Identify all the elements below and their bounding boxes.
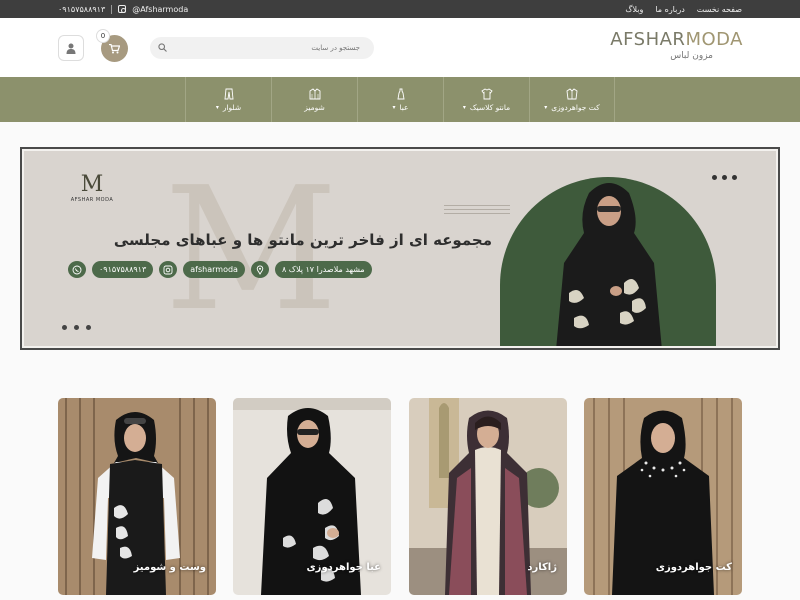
banner-model-image [556,183,662,346]
jacket-icon [566,87,578,99]
banner-phone: ۰۹۱۵۷۵۸۸۹۱۳ [92,261,154,278]
divider [111,4,113,14]
nav-label: کت جواهردوزی [551,102,600,112]
logo-wordmark: AFSHARMODA [603,30,743,50]
link-blog[interactable]: وبلاگ [625,5,643,14]
nav-item-blouse[interactable]: شومیز [271,77,357,122]
chevron-down-icon: ▾ [544,103,548,111]
logo-word-2: MODA [685,29,743,50]
coat-icon [309,87,320,99]
chevron-down-icon: ▾ [215,103,219,111]
nav-item-jeweled-jacket[interactable]: کت جواهردوزی ▾ [529,77,615,122]
nav-item-aba[interactable]: عبا ▾ [357,77,443,122]
whatsapp-icon [68,261,86,278]
nav-menu: کت جواهردوزی ▾ مانتو کلاسیک ▾ عبا ▾ شومیز ش… [185,77,615,122]
user-icon [66,43,76,54]
banner-watermark-letter: M [164,151,339,348]
instagram-icon [159,261,178,278]
category-card-jeweled-jacket[interactable]: کت جواهردوزی [584,398,742,595]
dress-icon [396,88,405,99]
decorative-lines [444,205,510,217]
brand-name: AFSHAR MODA [70,197,114,203]
banner-brand: M AFSHAR MODA [60,172,124,204]
card-label: ژاکارد [527,562,557,573]
card-label: عبا جواهردوزی [306,562,381,573]
nav-label: مانتو کلاسیک [469,102,511,112]
nav-label: شلوار [222,102,242,112]
category-card-jeweled-aba[interactable]: عبا جواهردوزی [233,398,391,595]
link-about[interactable]: درباره ما [655,5,684,14]
search-bar [150,37,374,59]
nav-label: عبا [399,102,409,112]
brand-monogram: M [80,172,104,197]
pants-icon [224,88,233,99]
nav-label: شومیز [304,102,325,112]
location-pin-icon [250,261,269,278]
chevron-down-icon: ▾ [392,103,396,111]
card-label: کت جواهردوزی [655,562,732,573]
top-links: صفحه نخست درباره ما وبلاگ [625,0,742,18]
contact-info: ۰۹۱۵۷۵۸۸۹۱۳ @Afsharmoda [58,0,188,18]
phone-number[interactable]: ۰۹۱۵۷۵۸۸۹۱۳ [58,5,105,14]
cart-count-badge: 0 [96,29,110,43]
account-button[interactable] [58,35,84,61]
logo-word-1: AFSHAR [610,29,686,50]
card-label: وست و شومیز [133,562,206,573]
link-home[interactable]: صفحه نخست [697,5,742,14]
nav-item-classic-manteau[interactable]: مانتو کلاسیک ▾ [443,77,529,122]
chevron-down-icon: ▾ [462,103,466,111]
shirt-icon [480,87,493,99]
main-nav: کت جواهردوزی ▾ مانتو کلاسیک ▾ عبا ▾ شومیز ش… [0,77,800,122]
slider-dots-right [712,175,737,180]
nav-item-pants[interactable]: شلوار ▾ [185,77,271,122]
top-bar: ۰۹۱۵۷۵۸۸۹۱۳ @Afsharmoda صفحه نخست درباره… [0,0,800,18]
site-header: 0 AFSHARMODA مزون لباس [0,18,800,77]
instagram-icon[interactable] [118,5,127,13]
instagram-handle[interactable]: @Afsharmoda [132,5,188,14]
banner-address: مشهد ملاصدرا ۱۷ پلاک ۸ [274,261,372,278]
category-card-jacquard[interactable]: ژاکارد [409,398,567,595]
site-logo[interactable]: AFSHARMODA مزون لباس [603,30,743,64]
banner-headline: مجموعه ای از فاخر ترین مانتو ها و عباهای… [113,231,492,249]
logo-tagline: مزون لباس [670,51,713,61]
category-card-vest-blouse[interactable]: وست و شومیز [58,398,216,595]
search-input[interactable] [170,38,360,58]
hero-slider[interactable]: M M AFSHAR MODA مجموعه ای از فاخر ترین م… [20,147,780,350]
cart-icon [109,43,120,53]
hero-banner: M M AFSHAR MODA مجموعه ای از فاخر ترین م… [22,149,778,348]
slider-dots[interactable] [62,325,91,330]
banner-instagram: afsharmoda [183,261,245,278]
banner-contact-row: ۰۹۱۵۷۵۸۸۹۱۳ afsharmoda مشهد ملاصدرا ۱۷ پ… [68,261,372,278]
search-icon[interactable] [158,43,167,52]
